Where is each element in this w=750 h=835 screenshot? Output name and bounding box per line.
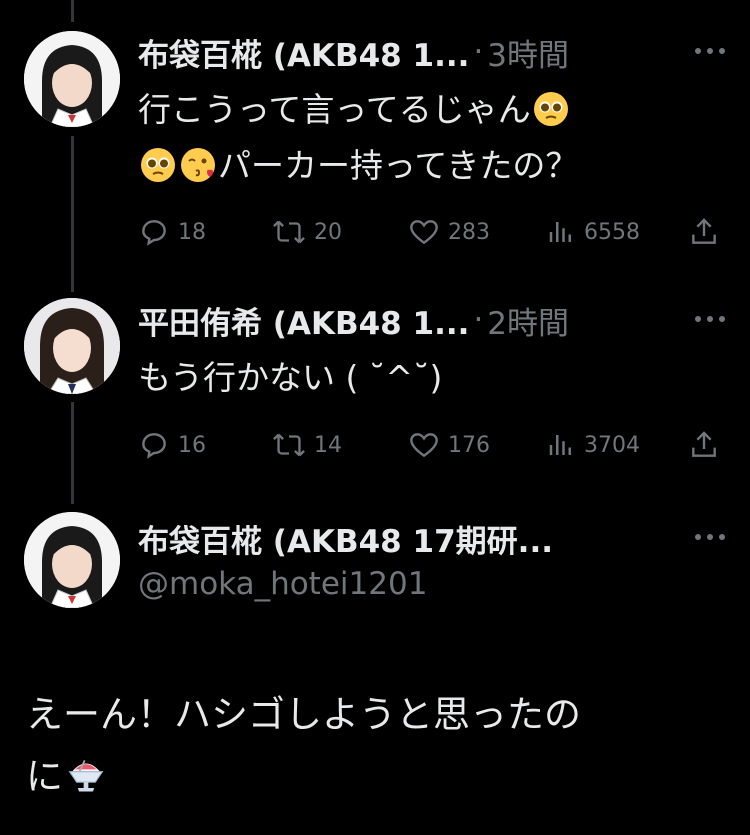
retweet-count: 14 xyxy=(314,432,342,458)
main-tweet-header: 布袋百椛 (AKB48 17期研... xyxy=(138,516,553,560)
tweet-text-line: もう行かない ( ˘^˘) xyxy=(138,358,443,397)
timestamp[interactable]: 2時間 xyxy=(487,298,569,343)
reply-button[interactable]: 18 xyxy=(138,212,206,252)
heart-icon xyxy=(410,220,438,245)
main-tweet-text: えーん！ハシゴしようと思ったの に xyxy=(26,684,581,808)
more-options-icon[interactable] xyxy=(695,313,725,325)
avatar-portrait-icon xyxy=(24,298,120,394)
reply-icon xyxy=(142,433,166,459)
timestamp[interactable]: 3時間 xyxy=(487,30,569,75)
display-name[interactable]: 平田侑希 (AKB48 1... xyxy=(138,298,469,343)
tweet-actions: 16 14 176 3704 xyxy=(138,425,728,465)
avatar-portrait-icon xyxy=(24,31,120,127)
share-icon xyxy=(692,431,716,457)
avatar[interactable] xyxy=(24,298,120,394)
retweet-icon xyxy=(273,220,305,244)
user-handle[interactable]: @moka_hotei1201 xyxy=(138,566,427,602)
heart-icon xyxy=(410,433,438,458)
tweet-text-line: パーカー持ってきたの？ xyxy=(218,146,579,185)
thread-line-middle xyxy=(71,136,74,292)
avatar[interactable] xyxy=(24,512,120,608)
thread-line-bottom xyxy=(71,402,74,504)
display-name[interactable]: 布袋百椛 (AKB48 1... xyxy=(138,30,469,75)
more-options-icon[interactable] xyxy=(695,45,725,57)
more-options-icon[interactable] xyxy=(695,531,725,543)
retweet-button[interactable]: 20 xyxy=(272,212,342,252)
like-button[interactable]: 283 xyxy=(408,212,490,252)
views-button[interactable]: 3704 xyxy=(546,425,640,465)
pleading-face-icon xyxy=(533,92,568,126)
tweet-header: 平田侑希 (AKB48 1... · 2時間 xyxy=(138,298,569,342)
avatar[interactable] xyxy=(24,31,120,127)
views-button[interactable]: 6558 xyxy=(546,212,640,252)
face-blowing-kiss-icon xyxy=(181,148,215,182)
separator-dot: · xyxy=(473,34,484,70)
like-button[interactable]: 176 xyxy=(408,425,490,465)
tweet-text: 行こうって言ってるじゃん パーカー持ってきたの？ xyxy=(138,82,578,194)
main-tweet-line: に xyxy=(26,755,63,798)
tweet-text: もう行かない ( ˘^˘) xyxy=(138,350,442,406)
tweet-header: 布袋百椛 (AKB48 1... · 3時間 xyxy=(138,30,569,74)
like-count: 283 xyxy=(448,219,490,245)
display-name[interactable]: 布袋百椛 (AKB48 17期研... xyxy=(138,516,553,561)
retweet-count: 20 xyxy=(314,219,342,245)
separator-dot: · xyxy=(473,302,484,338)
views-chart-icon xyxy=(549,435,571,455)
retweet-button[interactable]: 14 xyxy=(272,425,342,465)
avatar-portrait-icon xyxy=(24,512,120,608)
reply-count: 18 xyxy=(178,219,206,245)
reply-icon xyxy=(142,220,166,246)
thread-line-top xyxy=(71,0,74,22)
like-count: 176 xyxy=(448,432,490,458)
share-button[interactable] xyxy=(688,212,728,252)
pleading-face-icon xyxy=(141,148,175,182)
tweet-actions: 18 20 283 6558 xyxy=(138,212,728,252)
share-button[interactable] xyxy=(688,425,728,465)
reply-button[interactable]: 16 xyxy=(138,425,206,465)
view-count: 6558 xyxy=(584,219,640,245)
retweet-icon xyxy=(273,433,305,457)
shaved-ice-icon xyxy=(68,760,104,792)
main-tweet-line: えーん！ハシゴしようと思ったの xyxy=(26,693,581,736)
view-count: 3704 xyxy=(584,432,640,458)
views-chart-icon xyxy=(549,222,571,242)
reply-count: 16 xyxy=(178,432,206,458)
tweet-text-line: 行こうって言ってるじゃん xyxy=(138,90,531,129)
share-icon xyxy=(692,218,716,244)
